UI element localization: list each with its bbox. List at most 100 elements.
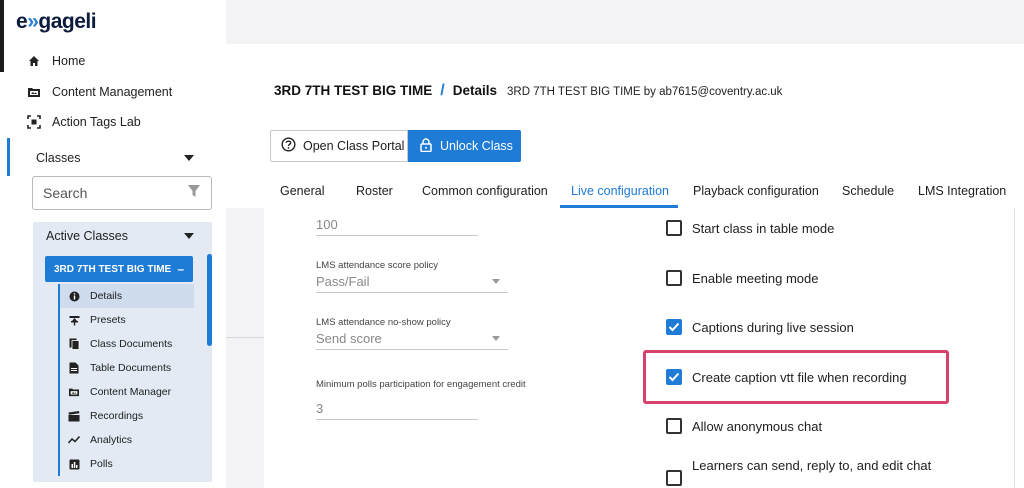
- sub-item-details[interactable]: Details: [60, 284, 194, 308]
- highlight-annotation: [643, 350, 949, 404]
- chevron-down-icon: [184, 233, 194, 239]
- lock-icon: [420, 137, 432, 155]
- live-configuration-panel: 100 LMS attendance score policy Pass/Fai…: [264, 208, 1024, 488]
- classes-toggle[interactable]: Classes: [36, 148, 196, 168]
- sub-item-table-documents[interactable]: Table Documents: [60, 356, 194, 380]
- chart-icon: [68, 434, 80, 446]
- score-policy-select[interactable]: LMS attendance score policy Pass/Fail: [316, 260, 508, 293]
- tab-lms-integration[interactable]: LMS Integration: [918, 174, 1006, 208]
- open-class-portal-button[interactable]: Open Class Portal: [270, 130, 408, 162]
- checkbox-label: Start class in table mode: [692, 220, 835, 236]
- checkbox-learner-chat[interactable]: Learners can send, reply to, and edit ch…: [666, 458, 932, 486]
- nav-content-management-label: Content Management: [52, 85, 173, 99]
- checkbox-label: Learners can send, reply to, and edit ch…: [692, 458, 932, 473]
- checkbox-anonymous-chat[interactable]: Allow anonymous chat: [666, 416, 822, 436]
- tab-live-configuration[interactable]: Live configuration: [571, 174, 669, 208]
- panel-divider: [1014, 208, 1015, 488]
- tab-playback-configuration[interactable]: Playback configuration: [693, 174, 819, 208]
- tab-common-configuration[interactable]: Common configuration: [422, 174, 548, 208]
- breadcrumb-page: Details: [452, 83, 497, 98]
- window-edge: [0, 0, 4, 72]
- tab-schedule[interactable]: Schedule: [842, 174, 894, 208]
- numeric-field[interactable]: 100: [316, 214, 478, 236]
- checkbox-unchecked[interactable]: [666, 418, 682, 434]
- class-owner: 3RD 7TH TEST BIG TIME by ab7615@coventry…: [507, 86, 783, 98]
- help-circle-icon: [281, 137, 296, 155]
- documents-icon: [68, 338, 80, 350]
- engageli-logo[interactable]: e»gageli: [16, 10, 97, 34]
- sub-item-polls[interactable]: Polls: [60, 452, 194, 476]
- sub-item-label: Table Documents: [90, 362, 172, 374]
- sidebar-scrollbar[interactable]: [207, 254, 212, 346]
- checkbox-unchecked[interactable]: [666, 470, 682, 486]
- nav-content-management[interactable]: Content Management: [26, 82, 172, 102]
- clapper-icon: [68, 410, 80, 422]
- breadcrumb-separator: /: [440, 82, 445, 99]
- noshow-policy-select[interactable]: LMS attendance no-show policy Send score: [316, 317, 508, 350]
- document-icon: [68, 362, 80, 374]
- class-sub-menu: Details Presets Class Documents Table Do…: [58, 284, 194, 476]
- checkbox-label: Enable meeting mode: [692, 270, 819, 286]
- current-class-name: 3RD 7TH TEST BIG TIME: [54, 263, 172, 275]
- sub-item-label: Content Manager: [90, 386, 172, 398]
- active-classes-label: Active Classes: [46, 229, 128, 243]
- score-policy-label: LMS attendance score policy: [316, 260, 438, 271]
- nav-home-label: Home: [52, 54, 86, 68]
- checkbox-meeting-mode[interactable]: Enable meeting mode: [666, 268, 818, 288]
- preset-icon: [68, 314, 80, 326]
- sub-item-label: Analytics: [90, 434, 133, 446]
- breadcrumb: 3RD 7TH TEST BIG TIME / Details 3RD 7TH …: [274, 82, 782, 100]
- breadcrumb-class[interactable]: 3RD 7TH TEST BIG TIME: [274, 83, 432, 98]
- sub-item-content-manager[interactable]: Content Manager: [60, 380, 194, 404]
- checkmark-icon: [668, 322, 680, 332]
- classes-label: Classes: [36, 151, 81, 165]
- main-header: 3RD 7TH TEST BIG TIME / Details 3RD 7TH …: [226, 44, 1024, 338]
- collapse-icon[interactable]: –: [177, 262, 184, 276]
- polls-participation-field[interactable]: Minimum polls participation for engageme…: [316, 379, 526, 420]
- tab-bar: General Roster Common configuration Live…: [226, 174, 1024, 338]
- poll-icon: [68, 458, 80, 470]
- score-policy-value[interactable]: Pass/Fail: [316, 271, 508, 293]
- folder-icon: [68, 386, 80, 398]
- noshow-policy-label: LMS attendance no-show policy: [316, 317, 451, 328]
- noshow-policy-value[interactable]: Send score: [316, 328, 508, 350]
- nav-action-tags-lab-label: Action Tags Lab: [52, 115, 141, 129]
- section-indicator: [7, 138, 10, 176]
- sub-item-presets[interactable]: Presets: [60, 308, 194, 332]
- tab-general[interactable]: General: [280, 174, 324, 208]
- polls-participation-value[interactable]: 3: [316, 398, 478, 420]
- tab-roster[interactable]: Roster: [356, 174, 393, 208]
- class-search-box[interactable]: [32, 176, 212, 210]
- sub-item-label: Details: [90, 290, 123, 302]
- sub-item-class-documents[interactable]: Class Documents: [60, 332, 194, 356]
- dropdown-arrow-icon: [492, 336, 500, 341]
- checkbox-captions-live[interactable]: Captions during live session: [666, 317, 854, 337]
- checkbox-label: Allow anonymous chat: [692, 418, 823, 434]
- nav-action-tags-lab[interactable]: Action Tags Lab: [26, 112, 141, 132]
- scan-icon: [26, 114, 42, 130]
- checkbox-start-table-mode[interactable]: Start class in table mode: [666, 218, 834, 238]
- sub-item-recordings[interactable]: Recordings: [60, 404, 194, 428]
- info-icon: [68, 290, 80, 302]
- filter-icon[interactable]: [187, 184, 201, 203]
- sidebar: e»gageli Home Content Management Action …: [0, 0, 226, 488]
- sub-item-label: Recordings: [90, 410, 144, 422]
- active-classes-panel: Active Classes 3RD 7TH TEST BIG TIME – D…: [33, 222, 212, 482]
- unlock-class-button[interactable]: Unlock Class: [408, 130, 521, 162]
- sub-item-analytics[interactable]: Analytics: [60, 428, 194, 452]
- dropdown-arrow-icon: [492, 279, 500, 284]
- folder-icon: [26, 84, 42, 100]
- current-class-item[interactable]: 3RD 7TH TEST BIG TIME –: [45, 256, 193, 282]
- sub-item-label: Presets: [90, 314, 126, 326]
- checkbox-unchecked[interactable]: [666, 270, 682, 286]
- sub-item-label: Class Documents: [90, 338, 173, 350]
- checkbox-checked[interactable]: [666, 319, 682, 335]
- unlock-class-label: Unlock Class: [440, 139, 513, 153]
- home-icon: [26, 53, 42, 69]
- search-input[interactable]: [43, 185, 173, 201]
- numeric-field-value[interactable]: 100: [316, 214, 478, 236]
- active-classes-toggle[interactable]: Active Classes: [46, 228, 196, 244]
- checkbox-unchecked[interactable]: [666, 220, 682, 236]
- nav-home[interactable]: Home: [26, 51, 85, 71]
- checkbox-label: Captions during live session: [692, 319, 854, 335]
